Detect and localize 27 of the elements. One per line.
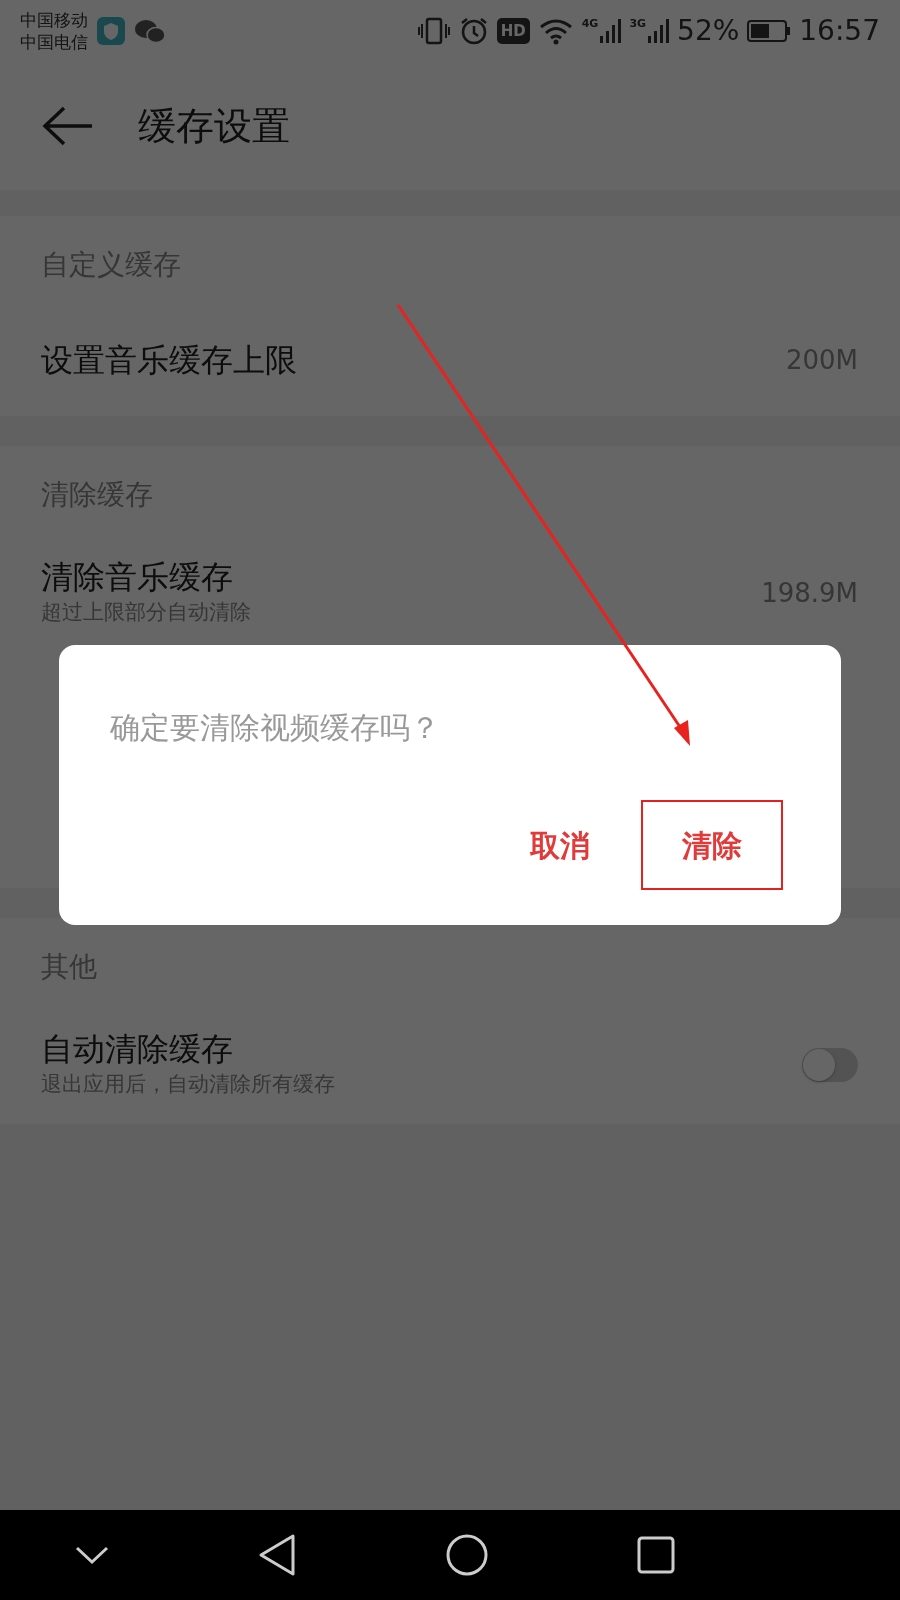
carrier-name: 中国移动 — [20, 9, 88, 31]
battery-percent: 52% — [677, 13, 740, 49]
shield-app-icon — [96, 16, 126, 46]
recent-square-icon — [636, 1535, 677, 1575]
network-label: 4G — [581, 18, 599, 29]
hd-label: HD — [496, 17, 530, 45]
battery-icon — [747, 19, 792, 43]
carrier-name: 中国电信 — [20, 31, 88, 53]
row-title: 设置音乐缓存上限 — [41, 340, 297, 380]
signal-icon — [599, 18, 622, 44]
dialog-message: 确定要清除视频缓存吗？ — [110, 709, 440, 747]
toggle-switch[interactable] — [802, 1048, 858, 1082]
clock-time: 16:57 — [799, 13, 880, 49]
back-button[interactable] — [42, 106, 94, 146]
back-arrow-icon — [42, 106, 94, 146]
page-title: 缓存设置 — [138, 102, 290, 150]
vibrate-icon — [416, 16, 451, 46]
back-triangle-icon — [257, 1533, 298, 1577]
dialog-button[interactable]: 取消 — [489, 800, 631, 890]
row-title: 自动清除缓存 — [41, 1029, 234, 1070]
network-label: 3G — [629, 18, 647, 29]
chat-app-icon — [134, 17, 166, 45]
home-circle-icon — [444, 1533, 489, 1577]
chevron-down-icon — [73, 1544, 110, 1566]
dialog-button[interactable]: 清除 — [641, 800, 783, 890]
signal-icon — [647, 18, 670, 44]
row-title: 清除音乐缓存 — [41, 557, 234, 598]
